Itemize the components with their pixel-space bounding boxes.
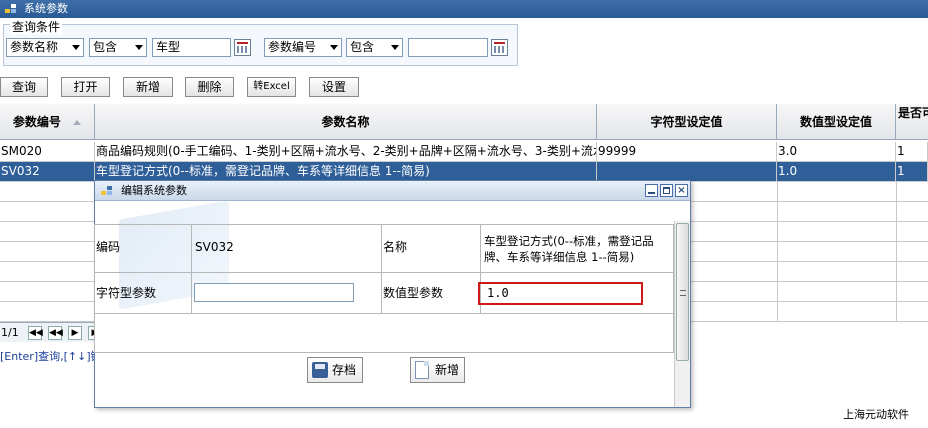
table-cell[interactable]: SM020 xyxy=(0,142,95,162)
dialog-scrollbar[interactable] xyxy=(674,221,690,407)
table-cell-selected[interactable]: 1.0 xyxy=(777,162,896,182)
new-document-icon xyxy=(415,361,429,379)
field1-value: 参数名称 xyxy=(10,40,59,54)
column-header-flag[interactable]: 是否可 xyxy=(896,104,928,140)
code-label: 编码 xyxy=(94,224,192,273)
highlight-box xyxy=(478,282,643,305)
new-label: 新增 xyxy=(435,363,460,377)
close-icon[interactable]: × xyxy=(675,184,688,197)
column-header-label: 参数编号 xyxy=(12,115,61,129)
table-cell[interactable]: 商品编码规则(0-手工编码、1-类别+区隔+流水号、2-类别+品牌+区隔+流水号… xyxy=(95,142,597,162)
char-param-input[interactable] xyxy=(194,283,354,302)
export-excel-button[interactable]: 转Excel xyxy=(247,77,296,97)
op1-value: 包含 xyxy=(93,40,118,54)
column-header-code[interactable]: 参数编号 xyxy=(0,104,95,140)
pager: 1/1 ◀◀ ◀◀ ▶ ▶ xyxy=(0,322,102,342)
calendar-icon[interactable] xyxy=(234,39,251,56)
app-icon xyxy=(5,4,17,14)
chevron-down-icon xyxy=(135,45,143,50)
save-icon xyxy=(312,362,328,378)
table-cell[interactable]: 1 xyxy=(896,142,928,162)
op1-select[interactable]: 包含 xyxy=(89,38,147,57)
settings-button[interactable]: 设置 xyxy=(309,77,359,97)
table-cell-selected[interactable]: SV032 xyxy=(0,162,95,182)
table-cell-selected[interactable]: 1 xyxy=(896,162,928,182)
chevron-down-icon xyxy=(391,45,399,50)
maximize-icon[interactable] xyxy=(660,184,673,197)
column-header-num-value[interactable]: 数值型设定值 xyxy=(777,104,896,140)
window-titlebar: 系统参数 xyxy=(0,0,928,18)
column-divider xyxy=(777,182,778,322)
add-button[interactable]: 新增 xyxy=(123,77,173,97)
calendar-icon[interactable] xyxy=(491,39,508,56)
open-button[interactable]: 打开 xyxy=(61,77,110,97)
save-button[interactable]: 存档 xyxy=(307,357,363,383)
grip-icon xyxy=(680,290,686,296)
field2-value: 参数编号 xyxy=(268,40,317,54)
chevron-down-icon xyxy=(72,45,80,50)
table-cell[interactable]: 3.0 xyxy=(777,142,896,162)
query-button[interactable]: 查询 xyxy=(0,77,48,97)
company-name: 上海元动软件 xyxy=(843,408,909,421)
table-cell-selected[interactable]: 车型登记方式(0--标准，需登记品牌、车系等详细信息 1--简易) xyxy=(95,162,597,182)
empty-row xyxy=(94,313,674,353)
column-header-name[interactable]: 参数名称 xyxy=(95,104,597,140)
column-divider xyxy=(896,182,897,322)
table-cell[interactable]: 99999 xyxy=(597,142,777,162)
chevron-down-icon xyxy=(330,45,338,50)
page-indicator: 1/1 xyxy=(1,326,19,339)
query-legend: 查询条件 xyxy=(10,20,63,34)
name-label: 名称 xyxy=(381,224,481,273)
code-value: SV032 xyxy=(191,224,382,273)
op2-select[interactable]: 包含 xyxy=(346,38,403,57)
sort-arrow-icon xyxy=(73,120,82,125)
value1-input[interactable]: 车型 xyxy=(152,38,231,57)
dialog-title: 编辑系统参数 xyxy=(121,184,187,197)
new-button[interactable]: 新增 xyxy=(410,357,465,383)
prev-page-icon[interactable]: ◀◀ xyxy=(48,326,63,340)
op2-value: 包含 xyxy=(350,40,375,54)
scrollbar-thumb[interactable] xyxy=(676,223,689,361)
dialog-titlebar[interactable]: 编辑系统参数 × xyxy=(95,181,690,201)
field1-select[interactable]: 参数名称 xyxy=(6,38,84,57)
column-header-char-value[interactable]: 字符型设定值 xyxy=(597,104,777,140)
name-value: 车型登记方式(0--标准，需登记品牌、车系等详细信息 1--简易) xyxy=(480,224,674,273)
save-label: 存档 xyxy=(332,363,357,377)
minimize-icon[interactable] xyxy=(645,184,658,197)
first-page-icon[interactable]: ◀◀ xyxy=(28,326,43,340)
next-page-icon[interactable]: ▶ xyxy=(68,326,82,340)
table-cell-selected[interactable] xyxy=(597,162,777,182)
char-param-label: 字符型参数 xyxy=(94,272,192,314)
delete-button[interactable]: 删除 xyxy=(185,77,234,97)
num-param-label: 数值型参数 xyxy=(381,272,481,314)
app-icon xyxy=(101,186,113,196)
window-title: 系统参数 xyxy=(24,2,68,15)
field2-select[interactable]: 参数编号 xyxy=(264,38,342,57)
value2-input[interactable] xyxy=(408,38,488,57)
